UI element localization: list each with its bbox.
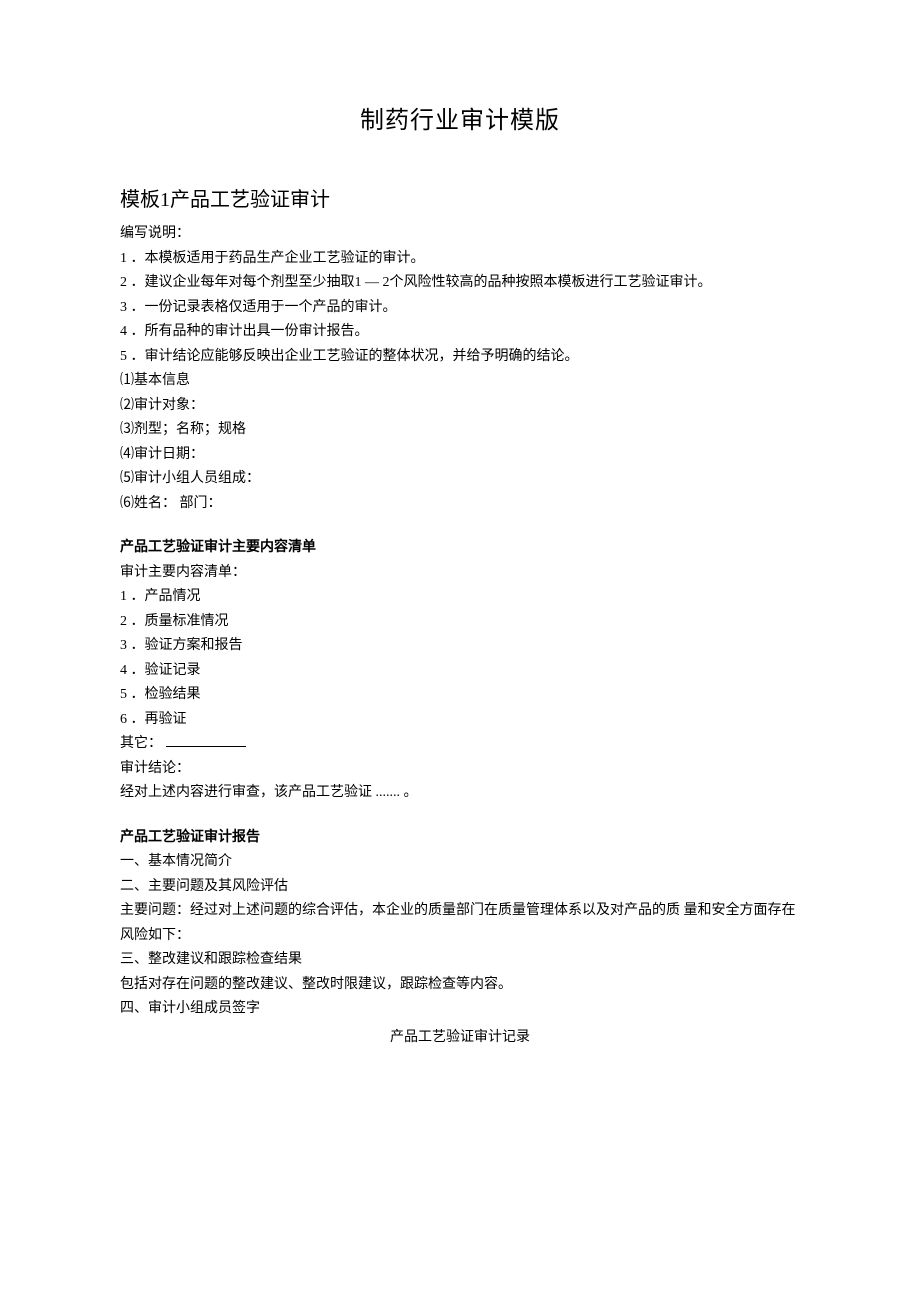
report-line: 三、整改建议和跟踪检查结果 [120, 948, 800, 973]
other-blank-underline [166, 733, 246, 747]
checklist-label: 审计主要内容清单： [120, 561, 800, 586]
report-heading: 产品工艺验证审计报告 [120, 824, 800, 849]
report-line: 包括对存在问题的整改建议、整改时限建议，跟踪检查等内容。 [120, 973, 800, 998]
template-section-title: 模板1产品工艺验证审计 [120, 183, 800, 212]
report-line: 一、基本情况简介 [120, 850, 800, 875]
conclusion-text: 经对上述内容进行审查，该产品工艺验证 ....... 。 [120, 781, 800, 806]
basic-info-item: ⑷审计日期： [120, 443, 800, 468]
report-line: 主要问题：经过对上述问题的综合评估，本企业的质量部门在质量管理体系以及对产品的质… [120, 899, 800, 948]
report-line: 二、主要问题及其风险评估 [120, 875, 800, 900]
checklist-item: 5 ．检验结果 [120, 683, 800, 708]
basic-info-item: ⑸审计小组人员组成： [120, 467, 800, 492]
intro-label: 编写说明： [120, 222, 800, 247]
intro-item: 3 ．一份记录表格仅适用于一个产品的审计。 [120, 296, 800, 321]
record-title: 产品工艺验证审计记录 [120, 1026, 800, 1051]
document-page: 制药行业审计模版 模板1产品工艺验证审计 编写说明： 1 ．本模板适用于药品生产… [0, 0, 920, 1110]
checklist-item: 3 ．验证方案和报告 [120, 634, 800, 659]
other-line: 其它： [120, 732, 800, 757]
checklist-item: 2 ．质量标准情况 [120, 610, 800, 635]
checklist-heading: 产品工艺验证审计主要内容清单 [120, 534, 800, 559]
basic-info-item: ⑵审计对象： [120, 394, 800, 419]
checklist-item: 4 ．验证记录 [120, 659, 800, 684]
intro-item: 5 ．审计结论应能够反映出企业工艺验证的整体状况，并给予明确的结论。 [120, 345, 800, 370]
checklist-item: 1 ．产品情况 [120, 585, 800, 610]
intro-item: 2 ．建议企业每年对每个剂型至少抽取1 — 2个风险性较高的品种按照本模板进行工… [120, 271, 800, 296]
conclusion-label: 审计结论： [120, 757, 800, 782]
basic-info-item: ⑴基本信息 [120, 369, 800, 394]
intro-item: 4 ．所有品种的审计出具一份审计报告。 [120, 320, 800, 345]
basic-info-item: ⑶剂型；名称；规格 [120, 418, 800, 443]
intro-item: 1 ．本模板适用于药品生产企业工艺验证的审计。 [120, 247, 800, 272]
basic-info-item: ⑹姓名： 部门： [120, 492, 800, 517]
report-line: 四、审计小组成员签字 [120, 997, 800, 1022]
other-label: 其它： [120, 736, 162, 751]
document-title: 制药行业审计模版 [120, 100, 800, 135]
checklist-item: 6 ．再验证 [120, 708, 800, 733]
